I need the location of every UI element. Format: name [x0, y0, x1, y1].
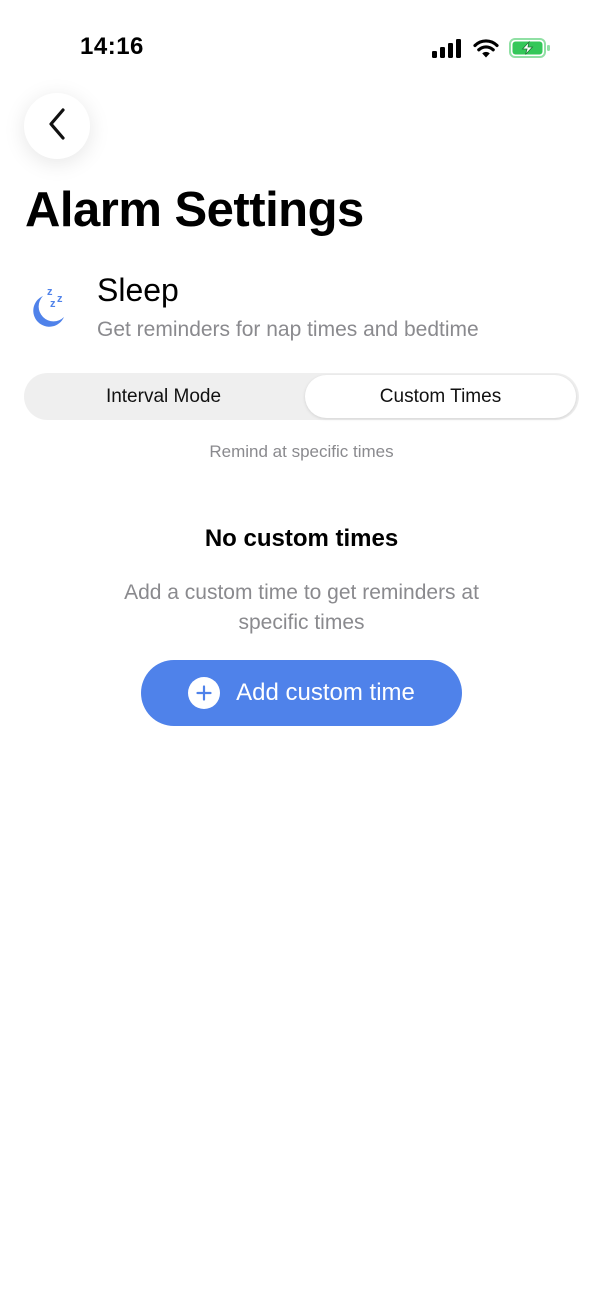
- back-button[interactable]: [24, 93, 90, 159]
- empty-state-description: Add a custom time to get reminders at sp…: [124, 581, 479, 634]
- empty-state-title: No custom times: [204, 525, 399, 552]
- add-custom-time-label: Add custom time: [236, 679, 415, 706]
- add-custom-time-button[interactable]: Add custom time: [141, 660, 462, 726]
- alarm-settings-screen: 14:16 Alarm Settings z z z Sleep Get rem…: [0, 0, 603, 1311]
- svg-text:z: z: [47, 286, 53, 298]
- battery-charging-icon: [509, 38, 551, 58]
- plus-circle-icon: [188, 677, 221, 709]
- wifi-icon: [473, 38, 499, 58]
- svg-text:z: z: [57, 293, 63, 305]
- page-title: Alarm Settings: [25, 183, 364, 237]
- status-icons: [432, 37, 551, 59]
- category-name: Sleep: [97, 272, 179, 308]
- chevron-left-icon: [46, 107, 68, 146]
- category-description: Get reminders for nap times and bedtime: [97, 318, 479, 341]
- status-time: 14:16: [80, 33, 144, 60]
- mode-hint: Remind at specific times: [209, 442, 394, 461]
- cellular-signal-icon: [432, 38, 463, 58]
- tab-interval-mode[interactable]: Interval Mode: [26, 375, 301, 418]
- mode-selector: Interval Mode Custom Times: [24, 373, 579, 420]
- svg-text:z: z: [50, 298, 56, 310]
- tab-custom-times[interactable]: Custom Times: [305, 375, 576, 418]
- sleep-moon-icon: z z z: [26, 283, 72, 329]
